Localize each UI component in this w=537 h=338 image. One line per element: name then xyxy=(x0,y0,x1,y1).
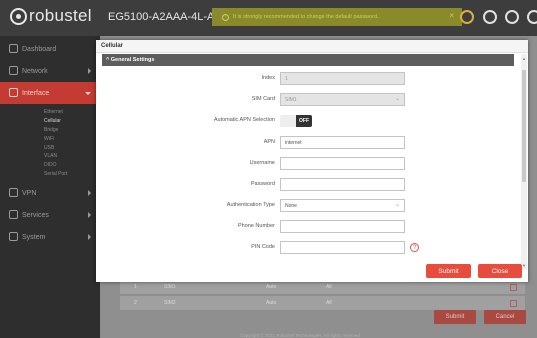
sidebar-item-dashboard[interactable]: Dashboard xyxy=(0,38,100,60)
cellular-dialog: Cellular ^ General Settings ▲ ▼ Index 1 … xyxy=(96,40,528,282)
help-icon[interactable]: ? xyxy=(410,243,419,252)
edit-icon[interactable] xyxy=(510,284,517,291)
phone-number-input[interactable] xyxy=(280,220,405,233)
edit-icon[interactable] xyxy=(510,300,517,307)
close-button[interactable]: Close xyxy=(478,264,522,278)
row-index: 2 xyxy=(134,300,137,306)
chevron-right-icon xyxy=(88,68,91,74)
row-sim: SIM2 xyxy=(164,300,176,306)
sidebar-subitem-dido[interactable]: DIDO xyxy=(0,161,100,170)
toggle-state: OFF xyxy=(296,115,312,127)
scroll-thumb[interactable] xyxy=(522,70,526,182)
dashboard-icon xyxy=(9,44,18,53)
scroll-down-icon[interactable]: ▼ xyxy=(522,263,526,268)
vpn-icon xyxy=(9,188,18,198)
sim-card-select: SIM1 xyxy=(280,93,405,106)
scroll-up-icon[interactable]: ▲ xyxy=(522,56,526,61)
system-icon xyxy=(9,232,18,242)
index-label: Index xyxy=(261,75,275,81)
section-title: General Settings xyxy=(110,57,155,63)
sidebar-subitem-ethernet[interactable]: Ethernet xyxy=(0,108,100,117)
pin-code-label: PIN Code xyxy=(251,244,275,250)
sidebar-item-vpn[interactable]: VPN xyxy=(0,182,100,204)
row-band: All xyxy=(326,284,332,290)
sidebar-item-label: Interface xyxy=(22,89,50,97)
sidebar-item-label: Services xyxy=(22,211,49,219)
logo-text: robustel xyxy=(29,6,92,25)
row-mode: Auto xyxy=(266,300,277,306)
page-cancel-button[interactable]: Cancel xyxy=(484,310,526,324)
auto-apn-label: Automatic APN Selection xyxy=(213,117,275,123)
password-label: Password xyxy=(250,181,275,187)
warning-text: It is strongly recommended to change the… xyxy=(233,14,379,20)
row-mode: Auto xyxy=(266,284,277,290)
sidebar-item-label: Network xyxy=(22,67,48,75)
password-input[interactable] xyxy=(280,178,405,191)
sidebar-subitem-cellular[interactable]: Cellular xyxy=(0,117,100,126)
network-icon xyxy=(9,66,18,75)
info-icon: ! xyxy=(222,13,229,21)
pin-code-input[interactable] xyxy=(280,241,405,254)
table-row: 1 SIM1 Auto All xyxy=(120,280,525,294)
row-band: All xyxy=(326,300,332,306)
sidebar-subitem-vlan[interactable]: VLAN xyxy=(0,152,100,161)
services-icon xyxy=(9,210,18,220)
refresh-icon[interactable] xyxy=(483,10,497,24)
sidebar-item-label: System xyxy=(22,233,46,241)
index-field: 1 xyxy=(280,72,405,85)
auto-apn-toggle[interactable]: OFF xyxy=(280,115,312,127)
chevron-right-icon xyxy=(88,234,91,241)
auth-type-label: Authentication Type xyxy=(226,202,275,208)
sidebar-subitem-serial-port[interactable]: Serial Port xyxy=(0,170,100,179)
row-index: 1 xyxy=(134,284,137,290)
sidebar-item-label: VPN xyxy=(22,189,37,197)
auth-type-value: None xyxy=(285,203,297,209)
logout-icon[interactable] xyxy=(527,10,537,24)
top-header: robustel EG5100-A2AAA-4L-A06 ! It is str… xyxy=(0,0,537,36)
toggle-on-side xyxy=(280,115,296,127)
submit-button[interactable]: Submit xyxy=(426,264,471,278)
password-warning-banner: ! It is strongly recommended to change t… xyxy=(212,8,462,26)
device-model: EG5100-A2AAA-4L-A06 xyxy=(108,11,227,23)
auth-type-select[interactable]: None xyxy=(280,199,405,212)
username-label: Username xyxy=(249,160,275,166)
sidebar-item-label: Dashboard xyxy=(22,45,57,53)
interface-icon xyxy=(9,88,18,97)
apn-input[interactable]: internet xyxy=(280,136,405,149)
page-submit-button[interactable]: Submit xyxy=(434,310,476,324)
logo-mark-icon xyxy=(10,7,27,25)
sidebar-item-interface[interactable]: Interface xyxy=(0,82,100,104)
sidebar: Dashboard Network Interface Ethernet Cel… xyxy=(0,36,100,338)
settings-icon[interactable] xyxy=(505,10,519,24)
save-icon[interactable] xyxy=(460,10,474,24)
chevron-right-icon xyxy=(88,190,91,197)
table-row: 2 SIM2 Auto All xyxy=(120,296,525,310)
dialog-scrollbar[interactable]: ▲ ▼ xyxy=(521,54,527,270)
apn-label: APN xyxy=(263,139,275,145)
general-settings-header[interactable]: ^ General Settings xyxy=(102,54,514,66)
logo: robustel xyxy=(10,6,92,26)
chevron-down-icon xyxy=(85,92,91,95)
close-warning-button[interactable]: × xyxy=(449,11,454,20)
sim-card-value: SIM1 xyxy=(285,97,297,103)
sidebar-subitem-wifi[interactable]: WiFi xyxy=(0,134,100,143)
phone-number-label: Phone Number xyxy=(238,223,275,229)
sim-card-label: SIM Card xyxy=(251,96,275,102)
chevron-right-icon xyxy=(88,212,91,219)
username-input[interactable] xyxy=(280,157,405,170)
row-sim: SIM1 xyxy=(164,284,176,290)
footer-copyright: Copyright © 2021 Robustel Technologies. … xyxy=(240,333,362,338)
sidebar-subitem-usb[interactable]: USB xyxy=(0,143,100,152)
sidebar-item-services[interactable]: Services xyxy=(0,204,100,226)
sidebar-item-system[interactable]: System xyxy=(0,226,100,248)
sidebar-subitem-bridge[interactable]: Bridge xyxy=(0,126,100,135)
sidebar-item-network[interactable]: Network xyxy=(0,60,100,82)
dialog-title: Cellular xyxy=(96,40,528,53)
